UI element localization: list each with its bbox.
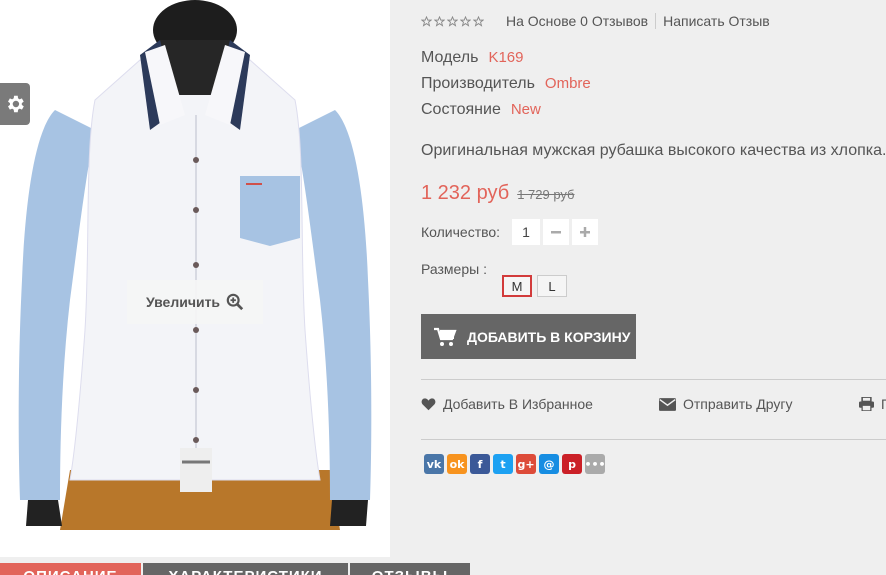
facebook-icon[interactable]: f bbox=[470, 454, 490, 474]
product-image[interactable] bbox=[0, 0, 390, 557]
add-to-cart-label: ДОБАВИТЬ В КОРЗИНУ bbox=[467, 328, 631, 345]
spec-manufacturer: Производитель Ombre bbox=[421, 75, 591, 93]
size-option-l[interactable]: L bbox=[537, 275, 567, 297]
star-empty-icon bbox=[447, 15, 458, 27]
star-empty-icon bbox=[421, 15, 432, 27]
tab-label: ОТЗЫВЫ bbox=[372, 565, 448, 575]
twitter-icon[interactable]: t bbox=[493, 454, 513, 474]
heart-icon bbox=[421, 398, 436, 411]
quantity-decrease-button[interactable] bbox=[543, 219, 570, 245]
mailru-icon[interactable]: @ bbox=[539, 454, 559, 474]
actions-row: Добавить В Избранное Отправить Другу П bbox=[421, 396, 886, 416]
quantity-label: Количество: bbox=[421, 224, 501, 240]
odnoklassniki-icon[interactable]: ok bbox=[447, 454, 467, 474]
product-description: Оригинальная мужская рубашка высокого ка… bbox=[421, 142, 886, 159]
wishlist-link[interactable]: Добавить В Избранное bbox=[421, 396, 593, 412]
spec-label: Модель bbox=[421, 49, 479, 66]
tab-reviews[interactable]: ОТЗЫВЫ bbox=[350, 563, 470, 575]
price-row: 1 232 руб 1 729 руб bbox=[421, 182, 575, 205]
social-share-bar: vk ok f t g+ @ p ••• bbox=[424, 454, 606, 474]
spec-value: New bbox=[510, 101, 541, 118]
divider bbox=[421, 439, 886, 440]
gear-icon bbox=[8, 95, 24, 113]
spec-label: Производитель bbox=[421, 75, 535, 92]
plus-icon bbox=[580, 227, 591, 237]
tab-label: ОПИСАНИЕ bbox=[23, 565, 117, 575]
envelope-icon bbox=[659, 397, 676, 411]
print-label: П bbox=[881, 396, 886, 412]
rating-row: На Основе 0 Отзывов Написать Отзыв bbox=[421, 12, 770, 30]
sizes-label: Размеры : bbox=[421, 261, 487, 277]
size-option-m[interactable]: M bbox=[502, 275, 532, 297]
zoom-button[interactable]: Увеличить bbox=[127, 280, 263, 324]
tab-specifications[interactable]: ХАРАКТЕРИСТИКИ bbox=[143, 563, 348, 575]
divider bbox=[421, 379, 886, 380]
separator bbox=[655, 13, 657, 29]
tab-description[interactable]: ОПИСАНИЕ bbox=[0, 563, 141, 575]
reviews-count-link[interactable]: На Основе 0 Отзывов bbox=[506, 13, 648, 29]
minus-icon bbox=[551, 231, 562, 234]
price-current: 1 232 руб bbox=[421, 182, 510, 204]
spec-value: K169 bbox=[488, 49, 524, 66]
spec-model: Модель K169 bbox=[421, 49, 523, 67]
star-rating bbox=[421, 15, 484, 27]
tab-label: ХАРАКТЕРИСТИКИ bbox=[168, 565, 322, 575]
vk-icon[interactable]: vk bbox=[424, 454, 444, 474]
star-empty-icon bbox=[434, 15, 445, 27]
pinterest-icon[interactable]: p bbox=[562, 454, 582, 474]
spec-label: Состояние bbox=[421, 101, 501, 118]
zoom-in-icon bbox=[226, 293, 244, 311]
spec-condition: Состояние New bbox=[421, 101, 541, 119]
write-review-link[interactable]: Написать Отзыв bbox=[663, 13, 770, 29]
settings-tab[interactable] bbox=[0, 83, 30, 125]
zoom-label: Увеличить bbox=[145, 294, 221, 310]
print-link[interactable]: П bbox=[859, 396, 886, 412]
manufacturer-link[interactable]: Ombre bbox=[545, 75, 591, 92]
quantity-input[interactable]: 1 bbox=[512, 219, 541, 245]
cart-icon bbox=[433, 327, 457, 347]
star-empty-icon bbox=[473, 15, 484, 27]
quantity-increase-button[interactable] bbox=[572, 219, 599, 245]
star-empty-icon bbox=[460, 15, 471, 27]
product-image-panel: Увеличить bbox=[0, 0, 390, 557]
send-to-friend-label: Отправить Другу bbox=[683, 396, 793, 412]
quantity-row: Количество: 1 bbox=[421, 219, 599, 245]
add-to-cart-button[interactable]: ДОБАВИТЬ В КОРЗИНУ bbox=[421, 314, 636, 359]
send-to-friend-link[interactable]: Отправить Другу bbox=[659, 396, 793, 412]
price-old: 1 729 руб bbox=[517, 187, 575, 202]
more-icon[interactable]: ••• bbox=[584, 454, 606, 474]
wishlist-label: Добавить В Избранное bbox=[443, 396, 593, 412]
google-plus-icon[interactable]: g+ bbox=[516, 454, 536, 474]
print-icon bbox=[859, 397, 874, 411]
